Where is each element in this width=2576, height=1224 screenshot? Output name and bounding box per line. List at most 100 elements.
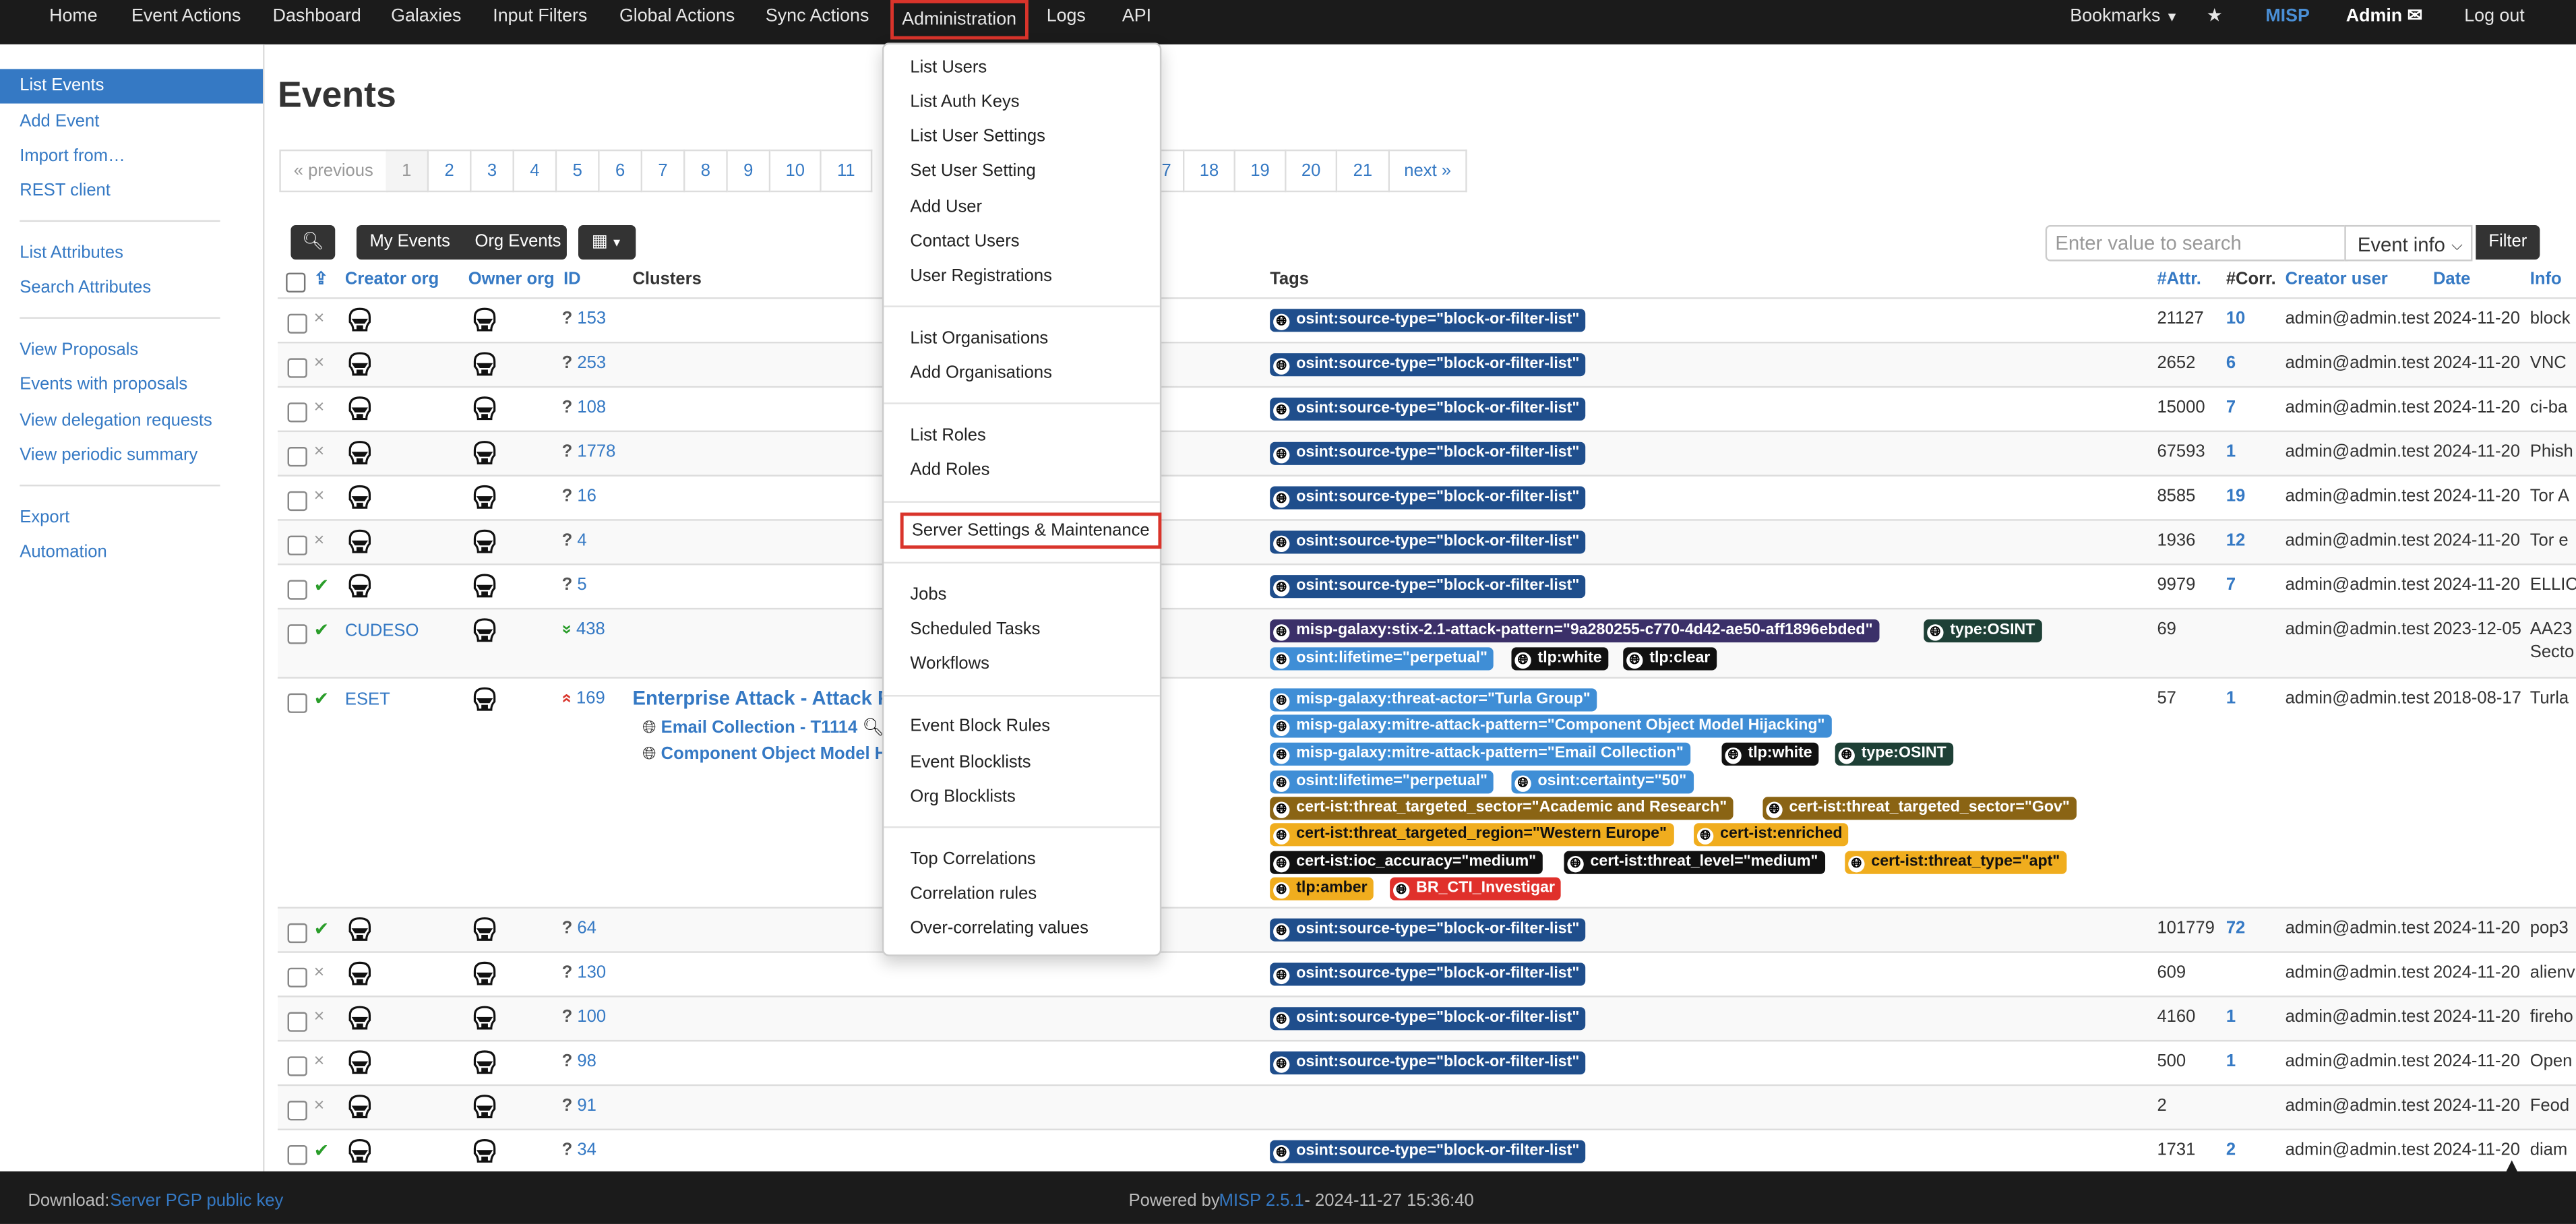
tag-tlp-white[interactable]: 🌐︎ tlp:white	[1511, 647, 1609, 671]
row-checkbox[interactable]	[287, 535, 307, 555]
event-id-link[interactable]: 91	[577, 1096, 596, 1115]
table-row[interactable]: ✔? 64 101779 72 admin@admin.test 2024-11-20 p…	[277, 907, 2576, 953]
tag-threat-level[interactable]: 🌐︎ cert-ist:threat_level="medium"	[1564, 851, 1825, 874]
creator-org-link[interactable]: CUDESO	[345, 621, 419, 640]
event-info[interactable]: ci-ba	[2530, 398, 2567, 417]
event-info[interactable]: diam	[2530, 1140, 2567, 1160]
nav-home[interactable]: Home	[49, 0, 98, 38]
corr-count[interactable]: 6	[2226, 353, 2236, 373]
event-info[interactable]: VNC	[2530, 353, 2567, 373]
row-checkbox[interactable]	[287, 923, 307, 944]
table-row[interactable]: ×? 1778 67593 1 admin@admin.test 2024-11-20 P…	[277, 430, 2576, 477]
tag-galaxy-attack-pattern[interactable]: 🌐︎ misp-galaxy:stix-2.1-attack-pattern="9…	[1270, 619, 1880, 643]
footer-misp-version-link[interactable]: MISP 2.5.1	[1219, 1191, 1304, 1211]
nav-administration[interactable]: Administration	[890, 0, 1029, 40]
menu-event-blocklists[interactable]: Event Blocklists	[910, 752, 1031, 772]
nav-user[interactable]: Admin ✉	[2346, 0, 2422, 38]
sidebar-item-rest-client[interactable]: REST client	[20, 181, 111, 200]
row-checkbox[interactable]	[287, 580, 307, 600]
tag-tlp-clear[interactable]: 🌐︎ tlp:clear	[1623, 647, 1717, 671]
event-id-link[interactable]: 100	[577, 1007, 606, 1027]
nav-api[interactable]: API	[1122, 0, 1151, 38]
table-row[interactable]: ✔? 5 9979 7 admin@admin.test 2024-11-20 ELLIO…	[277, 563, 2576, 609]
tag-source-type[interactable]: 🌐︎ osint:source-type="block-or-filter-lis…	[1270, 1051, 1587, 1075]
event-id-link[interactable]: 1778	[577, 442, 615, 462]
columns-toggle-button[interactable]: ▦ ▼	[578, 224, 636, 260]
creator-org-link[interactable]: ESET	[345, 690, 390, 710]
menu-add-roles[interactable]: Add Roles	[910, 460, 989, 480]
event-id-link[interactable]: 169	[576, 688, 605, 708]
pagination-page[interactable]: 21	[1337, 149, 1390, 193]
table-row[interactable]: ×? 98 500 1 admin@admin.test 2024-11-20 Open 🌐…	[277, 1039, 2576, 1086]
event-id-link[interactable]: 253	[577, 353, 606, 373]
corr-count[interactable]: 2	[2226, 1140, 2236, 1160]
pagination-page[interactable]: 3	[471, 149, 514, 193]
menu-event-block-rules[interactable]: Event Block Rules	[910, 716, 1050, 736]
pagination-page[interactable]: 6	[599, 149, 643, 193]
col-attr-count[interactable]: #Attr.	[2157, 270, 2201, 289]
tag-type-osint[interactable]: 🌐︎ type:OSINT	[1924, 619, 2042, 643]
tag-source-type[interactable]: 🌐︎ osint:source-type="block-or-filter-lis…	[1270, 486, 1587, 510]
pagination-page[interactable]: 1	[386, 149, 429, 193]
tag-osint-lifetime[interactable]: 🌐︎ osint:lifetime="perpetual"	[1270, 647, 1494, 671]
event-info[interactable]: ELLIO	[2530, 575, 2576, 594]
table-row[interactable]: ×? 153 21127 10 admin@admin.test 2024-11-20 b…	[277, 297, 2576, 343]
search-icon-button[interactable]: 🔍︎	[290, 224, 336, 260]
tag-region-western-europe[interactable]: 🌐︎ cert-ist:threat_targeted_region="Weste…	[1270, 823, 1674, 847]
tag-source-type[interactable]: 🌐︎ osint:source-type="block-or-filter-lis…	[1270, 353, 1587, 377]
event-info-line2[interactable]: Secto	[2530, 642, 2574, 662]
sidebar-item-import[interactable]: Import from…	[20, 146, 125, 166]
corr-count[interactable]: 1	[2226, 1051, 2236, 1071]
menu-contact-users[interactable]: Contact Users	[910, 232, 1019, 251]
sidebar-item-events-with-proposals[interactable]: Events with proposals	[20, 375, 187, 394]
search-input[interactable]	[2045, 224, 2348, 262]
menu-correlation-rules[interactable]: Correlation rules	[910, 884, 1037, 903]
nav-sync-actions[interactable]: Sync Actions	[766, 0, 869, 38]
event-id-link[interactable]: 34	[577, 1140, 596, 1160]
menu-over-correlating-values[interactable]: Over-correlating values	[910, 919, 1088, 938]
event-id-link[interactable]: 108	[577, 398, 606, 417]
row-checkbox[interactable]	[287, 402, 307, 423]
event-id-link[interactable]: 64	[577, 919, 596, 938]
tag-tlp-amber[interactable]: 🌐︎ tlp:amber	[1270, 877, 1374, 900]
tag-attack-pattern-com[interactable]: 🌐︎ misp-galaxy:mitre-attack-pattern="Comp…	[1270, 714, 1832, 738]
nav-dashboard[interactable]: Dashboard	[273, 0, 361, 38]
sidebar-item-automation[interactable]: Automation	[20, 542, 106, 561]
menu-jobs[interactable]: Jobs	[910, 585, 946, 605]
pagination-page[interactable]: 2	[429, 149, 472, 193]
pagination-page[interactable]: 10	[770, 149, 822, 193]
corr-count[interactable]: 1	[2226, 1007, 2236, 1027]
event-id-link[interactable]: 130	[577, 962, 606, 982]
event-info[interactable]: Tor e	[2530, 530, 2569, 550]
tag-source-type[interactable]: 🌐︎ osint:source-type="block-or-filter-lis…	[1270, 918, 1587, 942]
col-date[interactable]: Date	[2433, 270, 2470, 289]
table-row[interactable]: ✔? 34 1731 2 admin@admin.test 2024-11-20 diam…	[277, 1128, 2576, 1173]
corr-count[interactable]: 1	[2226, 688, 2236, 708]
tag-source-type[interactable]: 🌐︎ osint:source-type="block-or-filter-lis…	[1270, 530, 1587, 554]
event-info[interactable]: fireho	[2530, 1007, 2573, 1027]
menu-list-organisations[interactable]: List Organisations	[910, 329, 1048, 348]
tag-osint-certainty[interactable]: 🌐︎ osint:certainty="50"	[1511, 770, 1694, 794]
menu-add-user[interactable]: Add User	[910, 197, 982, 217]
tag-threat-type[interactable]: 🌐︎ cert-ist:threat_type="apt"	[1845, 851, 2067, 874]
event-info[interactable]: alienv	[2530, 962, 2575, 982]
pagination-page[interactable]: 8	[685, 149, 728, 193]
row-checkbox[interactable]	[287, 447, 307, 467]
tag-enriched[interactable]: 🌐︎ cert-ist:enriched	[1694, 823, 1849, 847]
pagination-page[interactable]: 20	[1286, 149, 1338, 193]
event-info[interactable]: pop3	[2530, 919, 2569, 938]
event-id-link[interactable]: 4	[577, 530, 586, 550]
row-checkbox[interactable]	[287, 313, 307, 334]
corr-count[interactable]: 7	[2226, 398, 2236, 417]
table-row[interactable]: ×? 16 8585 19 admin@admin.test 2024-11-20 Tor…	[277, 475, 2576, 520]
menu-server-settings-maintenance[interactable]: Server Settings & Maintenance	[900, 512, 1161, 549]
row-checkbox[interactable]	[287, 624, 307, 644]
event-info[interactable]: Feod	[2530, 1096, 2569, 1115]
table-row[interactable]: ✔ CUDESO » 438 69 admin@admin.test 2023-12-05…	[277, 607, 2576, 679]
pagination-page[interactable]: 9	[727, 149, 771, 193]
nav-misp[interactable]: MISP	[2265, 0, 2310, 38]
nav-logout[interactable]: Log out	[2464, 0, 2524, 38]
tag-source-type[interactable]: 🌐︎ osint:source-type="block-or-filter-lis…	[1270, 1007, 1587, 1031]
row-checkbox[interactable]	[287, 1144, 307, 1165]
tag-ioc-accuracy[interactable]: 🌐︎ cert-ist:ioc_accuracy="medium"	[1270, 851, 1543, 874]
